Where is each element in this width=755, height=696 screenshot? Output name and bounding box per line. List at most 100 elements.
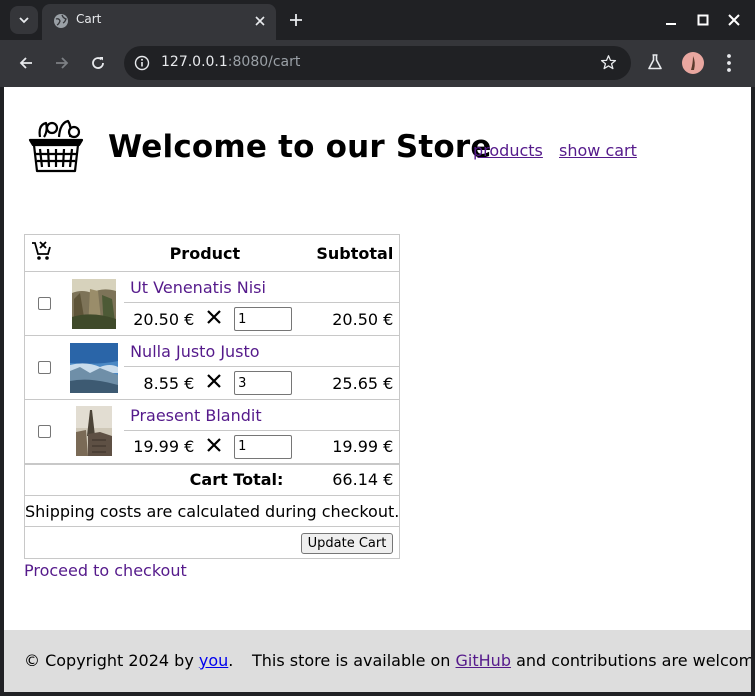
site-info-icon[interactable]: [134, 55, 150, 71]
thumbnail-cell: [64, 336, 124, 400]
page-title: Welcome to our Store: [108, 129, 492, 165]
quantity-input[interactable]: [234, 307, 293, 331]
period-text: .: [228, 651, 234, 670]
address-bar[interactable]: 127.0.0.1:8080/cart: [124, 46, 631, 80]
tab-search-button[interactable]: [10, 6, 38, 34]
new-tab-button[interactable]: [284, 8, 308, 32]
contrib-text: and contributions are welcome.: [516, 651, 751, 670]
item-price: 20.50 €: [133, 309, 195, 329]
copyright-text: © Copyright 2024 by: [24, 651, 194, 670]
item-name-link[interactable]: Ut Venenatis Nisi: [130, 278, 266, 297]
item-checkbox[interactable]: [38, 424, 52, 438]
qty-cell: [234, 431, 305, 464]
times-icon: [207, 310, 221, 324]
cart-item-row: Nulla Justo Justo: [25, 335, 400, 393]
item-name-link[interactable]: Praesent Blandit: [130, 406, 262, 425]
item-name-cell: Ut Venenatis Nisi: [124, 271, 400, 303]
nav-link-show-cart[interactable]: show cart: [559, 141, 637, 160]
shipping-note: Shipping costs are calculated during che…: [25, 501, 400, 521]
times-cell: [194, 367, 234, 400]
reload-button[interactable]: [86, 51, 110, 75]
close-icon[interactable]: [252, 13, 268, 29]
author-link[interactable]: you: [199, 651, 228, 670]
item-price: 19.99 €: [133, 437, 195, 457]
times-icon: [207, 437, 221, 452]
product-thumbnail: [70, 342, 119, 393]
product-thumbnail: [72, 278, 117, 329]
back-button[interactable]: [14, 51, 38, 75]
close-window-button[interactable]: [724, 10, 744, 30]
more-vert-icon[interactable]: [722, 52, 736, 74]
cart-item-row: Praesent Blandit: [25, 399, 400, 457]
item-subtotal: 20.50 €: [332, 309, 394, 329]
page: Welcome to our Store products show cart …: [4, 87, 751, 692]
footer: © Copyright 2024 by you. This store is a…: [4, 630, 751, 692]
available-text: This store is available on: [252, 651, 451, 670]
cart-table: Product Subtotal Ut Venenatis Nisi 20.50…: [24, 234, 401, 559]
item-subtotal: 19.99 €: [332, 437, 394, 457]
thumbnail-cell: [64, 400, 124, 464]
cart-header-cell: [25, 235, 65, 272]
times-cell: [194, 431, 234, 464]
maximize-button[interactable]: [693, 10, 713, 30]
tab-cart[interactable]: Cart: [42, 4, 276, 40]
proceed-to-checkout-link[interactable]: Proceed to checkout: [24, 561, 187, 580]
reload-icon: [92, 57, 104, 69]
qty-cell: [234, 367, 305, 400]
url-text: 127.0.0.1:8080/cart: [161, 54, 300, 70]
arrow-right-icon: [56, 57, 69, 69]
update-cell: Update Cart: [25, 527, 400, 559]
product-thumbnail: [76, 406, 113, 457]
item-checkbox[interactable]: [38, 361, 52, 374]
url-host: 127.0.0.1: [161, 54, 228, 70]
update-cart-button[interactable]: Update Cart: [300, 532, 394, 554]
thumbnail-cell: [64, 272, 124, 336]
bookmark-star-icon[interactable]: [600, 54, 617, 71]
footer-copyright: © Copyright 2024 by you.: [24, 651, 233, 670]
browser-toolbar: 127.0.0.1:8080/cart: [0, 40, 755, 87]
tab-title: Cart: [76, 12, 102, 26]
globe-icon: [54, 14, 68, 28]
cart-total-label: Cart Total:: [189, 470, 284, 490]
table-header: Product Subtotal: [24, 235, 400, 272]
item-name-cell: Praesent Blandit: [124, 399, 400, 431]
avatar-icon: [691, 56, 695, 70]
cart-total-row: Cart Total: 66.14 €: [24, 463, 400, 496]
item-name-link[interactable]: Nulla Justo Justo: [130, 342, 260, 361]
plus-icon: [290, 14, 302, 26]
item-price: 8.55 €: [143, 373, 195, 393]
github-link[interactable]: GitHub: [456, 651, 511, 670]
nav-link-products[interactable]: products: [473, 141, 543, 160]
quantity-input[interactable]: [234, 371, 293, 395]
select-cell: [25, 400, 65, 464]
basket-logo-icon: [28, 119, 84, 173]
minimize-icon: [666, 23, 676, 25]
subtotal-column-header: Subtotal: [316, 243, 394, 263]
quantity-input[interactable]: [234, 434, 293, 459]
times-icon: [207, 374, 221, 388]
footer-availability: This store is available on GitHub and co…: [252, 651, 751, 670]
maximize-icon: [697, 14, 709, 26]
select-cell: [25, 336, 65, 400]
item-name-cell: Nulla Justo Justo: [124, 335, 400, 367]
arrow-left-icon: [19, 57, 32, 69]
item-checkbox[interactable]: [38, 297, 52, 310]
product-column-header: Product: [169, 243, 241, 263]
shipping-row: Shipping costs are calculated during che…: [24, 496, 400, 527]
update-row: Update Cart: [25, 527, 400, 559]
url-path: :8080/cart: [227, 54, 301, 70]
chevron-down-icon: [19, 17, 29, 24]
profile-avatar[interactable]: [682, 52, 704, 74]
minimize-button[interactable]: [661, 10, 681, 30]
item-subtotal: 25.65 €: [332, 373, 394, 393]
remove-from-cart-icon: [32, 241, 51, 260]
flask-icon[interactable]: [646, 53, 664, 71]
tab-strip: Cart: [0, 0, 755, 40]
cart-item-row: Ut Venenatis Nisi: [25, 271, 400, 329]
close-icon: [728, 14, 740, 26]
times-cell: [194, 303, 234, 336]
cart-total-value: 66.14 €: [332, 470, 394, 490]
forward-button[interactable]: [50, 51, 74, 75]
select-cell: [25, 272, 65, 336]
qty-cell: [234, 303, 305, 336]
